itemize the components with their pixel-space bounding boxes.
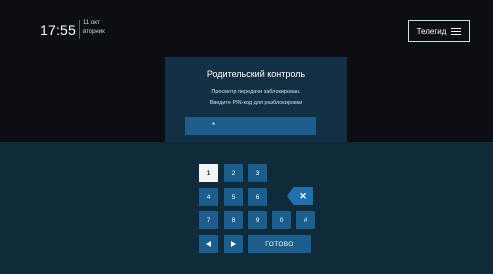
key-3[interactable]: 3 — [248, 164, 267, 182]
teleguide-button[interactable]: Телегид — [408, 20, 470, 42]
pin-input[interactable]: * — [185, 117, 316, 135]
key-8[interactable]: 8 — [224, 211, 243, 229]
key-2[interactable]: 2 — [224, 164, 243, 182]
dialog-message-line2: Введите PIN-код для разблокировки — [209, 100, 303, 106]
date-divider — [79, 20, 80, 39]
teleguide-label: Телегид — [416, 26, 447, 36]
clock-time: 17:55 — [40, 22, 77, 38]
cursor-left-button[interactable] — [199, 235, 218, 253]
key-hash[interactable]: # — [296, 211, 315, 229]
dialog-title: Родительский контроль — [206, 69, 306, 79]
arrow-right-icon — [231, 241, 236, 247]
keypad-panel — [0, 142, 493, 274]
done-button[interactable]: ГОТОВО — [248, 235, 311, 253]
backspace-x-icon: ✕ — [299, 190, 307, 201]
dialog-message-line1: Просмотр передачи заблокирован. — [211, 89, 301, 95]
key-7[interactable]: 7 — [199, 211, 218, 229]
key-9[interactable]: 9 — [248, 211, 267, 229]
date-weekday: вторник — [83, 29, 105, 35]
menu-icon — [451, 27, 462, 35]
key-6[interactable]: 6 — [248, 188, 267, 206]
key-5[interactable]: 5 — [224, 188, 243, 206]
arrow-left-icon — [206, 241, 211, 247]
date-day: 11 окт — [83, 20, 100, 26]
cursor-right-button[interactable] — [224, 235, 243, 253]
key-0[interactable]: 0 — [272, 211, 291, 229]
tv-screen: 17:55 11 окт вторник Телегид Родительски… — [0, 0, 493, 274]
pin-value: * — [212, 121, 216, 130]
key-4[interactable]: 4 — [199, 188, 218, 206]
key-1[interactable]: 1 — [199, 164, 218, 182]
